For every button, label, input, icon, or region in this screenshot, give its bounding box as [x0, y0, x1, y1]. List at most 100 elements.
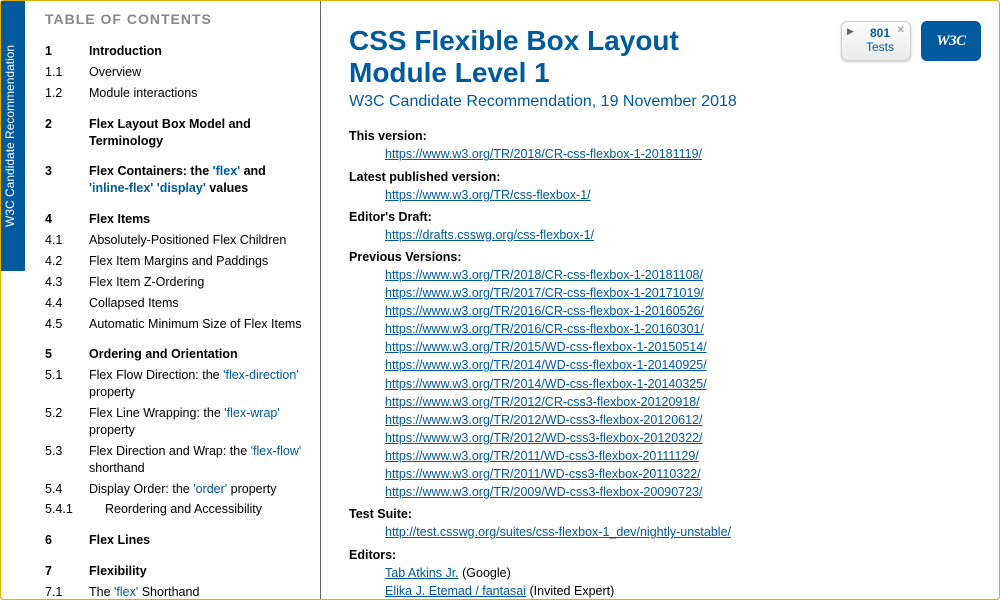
previous-version-link[interactable]: https://www.w3.org/TR/2012/CR-css3-flexb… — [385, 395, 700, 409]
previous-version-link[interactable]: https://www.w3.org/TR/2009/WD-css3-flexb… — [385, 485, 703, 499]
toc-label: Flex Item Margins and Paddings — [89, 253, 306, 270]
test-suite-link[interactable]: http://test.csswg.org/suites/css-flexbox… — [385, 525, 731, 539]
toc-number: 5.2 — [45, 405, 89, 422]
toc-item[interactable]: 5Ordering and Orientation — [45, 344, 306, 365]
editor-link[interactable]: Elika J. Etemad / fantasai — [385, 584, 526, 598]
toc-number: 4.1 — [45, 232, 89, 249]
toc-label: Absolutely-Positioned Flex Children — [89, 232, 306, 249]
header-widgets: ▶ ✕ 801 Tests W3C — [841, 21, 981, 61]
previous-version-link[interactable]: https://www.w3.org/TR/2016/CR-css-flexbo… — [385, 304, 704, 318]
expand-icon[interactable]: ▶ — [847, 26, 854, 37]
toc-item[interactable]: 4.4Collapsed Items — [45, 293, 306, 314]
toc-item[interactable]: 5.1Flex Flow Direction: the 'flex-direct… — [45, 365, 306, 403]
toc-label: Overview — [89, 64, 306, 81]
toc-item[interactable]: 7.1The 'flex' Shorthand — [45, 582, 306, 599]
previous-version-link[interactable]: https://www.w3.org/TR/2015/WD-css-flexbo… — [385, 340, 707, 354]
toc-item[interactable]: 5.3Flex Direction and Wrap: the 'flex-fl… — [45, 441, 306, 479]
toc-gap — [45, 151, 306, 161]
toc-label: Flexibility — [89, 563, 306, 580]
toc-item[interactable]: 5.4.1Reordering and Accessibility — [45, 499, 306, 520]
previous-versions-label: Previous Versions: — [349, 250, 971, 264]
editor-affiliation: (Invited Expert) — [526, 584, 614, 598]
previous-version-link[interactable]: https://www.w3.org/TR/2017/CR-css-flexbo… — [385, 286, 704, 300]
previous-version-link[interactable]: https://www.w3.org/TR/2018/CR-css-flexbo… — [385, 268, 703, 282]
toc-label: Flex Line Wrapping: the 'flex-wrap' prop… — [89, 405, 306, 439]
close-icon[interactable]: ✕ — [897, 25, 905, 37]
toc-item[interactable]: 4.3Flex Item Z-Ordering — [45, 272, 306, 293]
toc-label: Flex Item Z-Ordering — [89, 274, 306, 291]
toc-label: Flex Flow Direction: the 'flex-direction… — [89, 367, 306, 401]
this-version-label: This version: — [349, 129, 971, 143]
this-version-link[interactable]: https://www.w3.org/TR/2018/CR-css-flexbo… — [385, 147, 702, 161]
page-container: TABLE OF CONTENTS 1Introduction1.1Overvi… — [1, 1, 999, 599]
toc-number: 4 — [45, 211, 89, 228]
page-title: CSS Flexible Box Layout Module Level 1 — [349, 25, 749, 89]
previous-version-link[interactable]: https://www.w3.org/TR/2011/WD-css3-flexb… — [385, 449, 699, 463]
toc-item[interactable]: 4Flex Items — [45, 209, 306, 230]
toc-number: 7 — [45, 563, 89, 580]
toc-number: 1.1 — [45, 64, 89, 81]
previous-version-link[interactable]: https://www.w3.org/TR/2012/WD-css3-flexb… — [385, 431, 703, 445]
metadata: This version: https://www.w3.org/TR/2018… — [349, 129, 971, 599]
toc-gap — [45, 199, 306, 209]
toc-label: Flex Layout Box Model and Terminology — [89, 116, 306, 150]
cr-side-tab: W3C Candidate Recommendation — [1, 1, 25, 271]
editors-list: Tab Atkins Jr. (Google) Elika J. Etemad /… — [385, 564, 971, 600]
toc-number: 1.2 — [45, 85, 89, 102]
toc-item[interactable]: 4.1Absolutely-Positioned Flex Children — [45, 230, 306, 251]
toc-heading: TABLE OF CONTENTS — [45, 11, 306, 27]
toc-number: 5.1 — [45, 367, 89, 384]
main-content[interactable]: ▶ ✕ 801 Tests W3C CSS Flexible Box Layou… — [321, 1, 999, 599]
toc-item[interactable]: 6Flex Lines — [45, 530, 306, 551]
toc-label: Reordering and Accessibility — [89, 501, 306, 518]
toc-number: 4.5 — [45, 316, 89, 333]
toc-label: Flex Direction and Wrap: the 'flex-flow'… — [89, 443, 306, 477]
toc-item[interactable]: 5.2Flex Line Wrapping: the 'flex-wrap' p… — [45, 403, 306, 441]
toc-label: Flex Containers: the 'flex' and 'inline-… — [89, 163, 306, 197]
previous-version-link[interactable]: https://www.w3.org/TR/2014/WD-css-flexbo… — [385, 358, 707, 372]
editors-draft-label: Editor's Draft: — [349, 210, 971, 224]
editor-affiliation: (Google) — [459, 566, 511, 580]
editors-draft-link[interactable]: https://drafts.csswg.org/css-flexbox-1/ — [385, 228, 594, 242]
previous-version-link[interactable]: https://www.w3.org/TR/2014/WD-css-flexbo… — [385, 377, 707, 391]
latest-version-link[interactable]: https://www.w3.org/TR/css-flexbox-1/ — [385, 188, 591, 202]
toc-list: 1Introduction1.1Overview1.2Module intera… — [45, 41, 306, 599]
toc-number: 5 — [45, 346, 89, 363]
toc-number: 2 — [45, 116, 89, 133]
toc-label: Module interactions — [89, 85, 306, 102]
toc-item[interactable]: 4.2Flex Item Margins and Paddings — [45, 251, 306, 272]
toc-label: The 'flex' Shorthand — [89, 584, 306, 599]
toc-number: 3 — [45, 163, 89, 180]
toc-gap — [45, 520, 306, 530]
w3c-logo[interactable]: W3C — [921, 21, 981, 61]
tests-pill[interactable]: ▶ ✕ 801 Tests — [841, 21, 911, 61]
toc-item[interactable]: 3Flex Containers: the 'flex' and 'inline… — [45, 161, 306, 199]
toc-label: Collapsed Items — [89, 295, 306, 312]
toc-label: Automatic Minimum Size of Flex Items — [89, 316, 306, 333]
toc-gap — [45, 334, 306, 344]
toc-item[interactable]: 4.5Automatic Minimum Size of Flex Items — [45, 314, 306, 335]
toc-item[interactable]: 1Introduction — [45, 41, 306, 62]
previous-version-link[interactable]: https://www.w3.org/TR/2011/WD-css3-flexb… — [385, 467, 701, 481]
toc-item[interactable]: 1.2Module interactions — [45, 83, 306, 104]
toc-item[interactable]: 5.4Display Order: the 'order' property — [45, 479, 306, 500]
previous-version-link[interactable]: https://www.w3.org/TR/2012/WD-css3-flexb… — [385, 413, 703, 427]
toc-number: 4.3 — [45, 274, 89, 291]
toc-item[interactable]: 2Flex Layout Box Model and Terminology — [45, 114, 306, 152]
toc-label: Flex Lines — [89, 532, 306, 549]
editor-link[interactable]: Tab Atkins Jr. — [385, 566, 459, 580]
table-of-contents[interactable]: TABLE OF CONTENTS 1Introduction1.1Overvi… — [1, 1, 321, 599]
toc-item[interactable]: 1.1Overview — [45, 62, 306, 83]
toc-label: Introduction — [89, 43, 306, 60]
toc-number: 5.4 — [45, 481, 89, 498]
toc-item[interactable]: 7Flexibility — [45, 561, 306, 582]
previous-version-link[interactable]: https://www.w3.org/TR/2016/CR-css-flexbo… — [385, 322, 704, 336]
toc-number: 1 — [45, 43, 89, 60]
test-suite-label: Test Suite: — [349, 507, 971, 521]
latest-version-label: Latest published version: — [349, 170, 971, 184]
page-subtitle: W3C Candidate Recommendation, 19 Novembe… — [349, 93, 971, 111]
toc-label: Flex Items — [89, 211, 306, 228]
toc-number: 6 — [45, 532, 89, 549]
tests-label: Tests — [866, 40, 894, 54]
toc-label: Ordering and Orientation — [89, 346, 306, 363]
